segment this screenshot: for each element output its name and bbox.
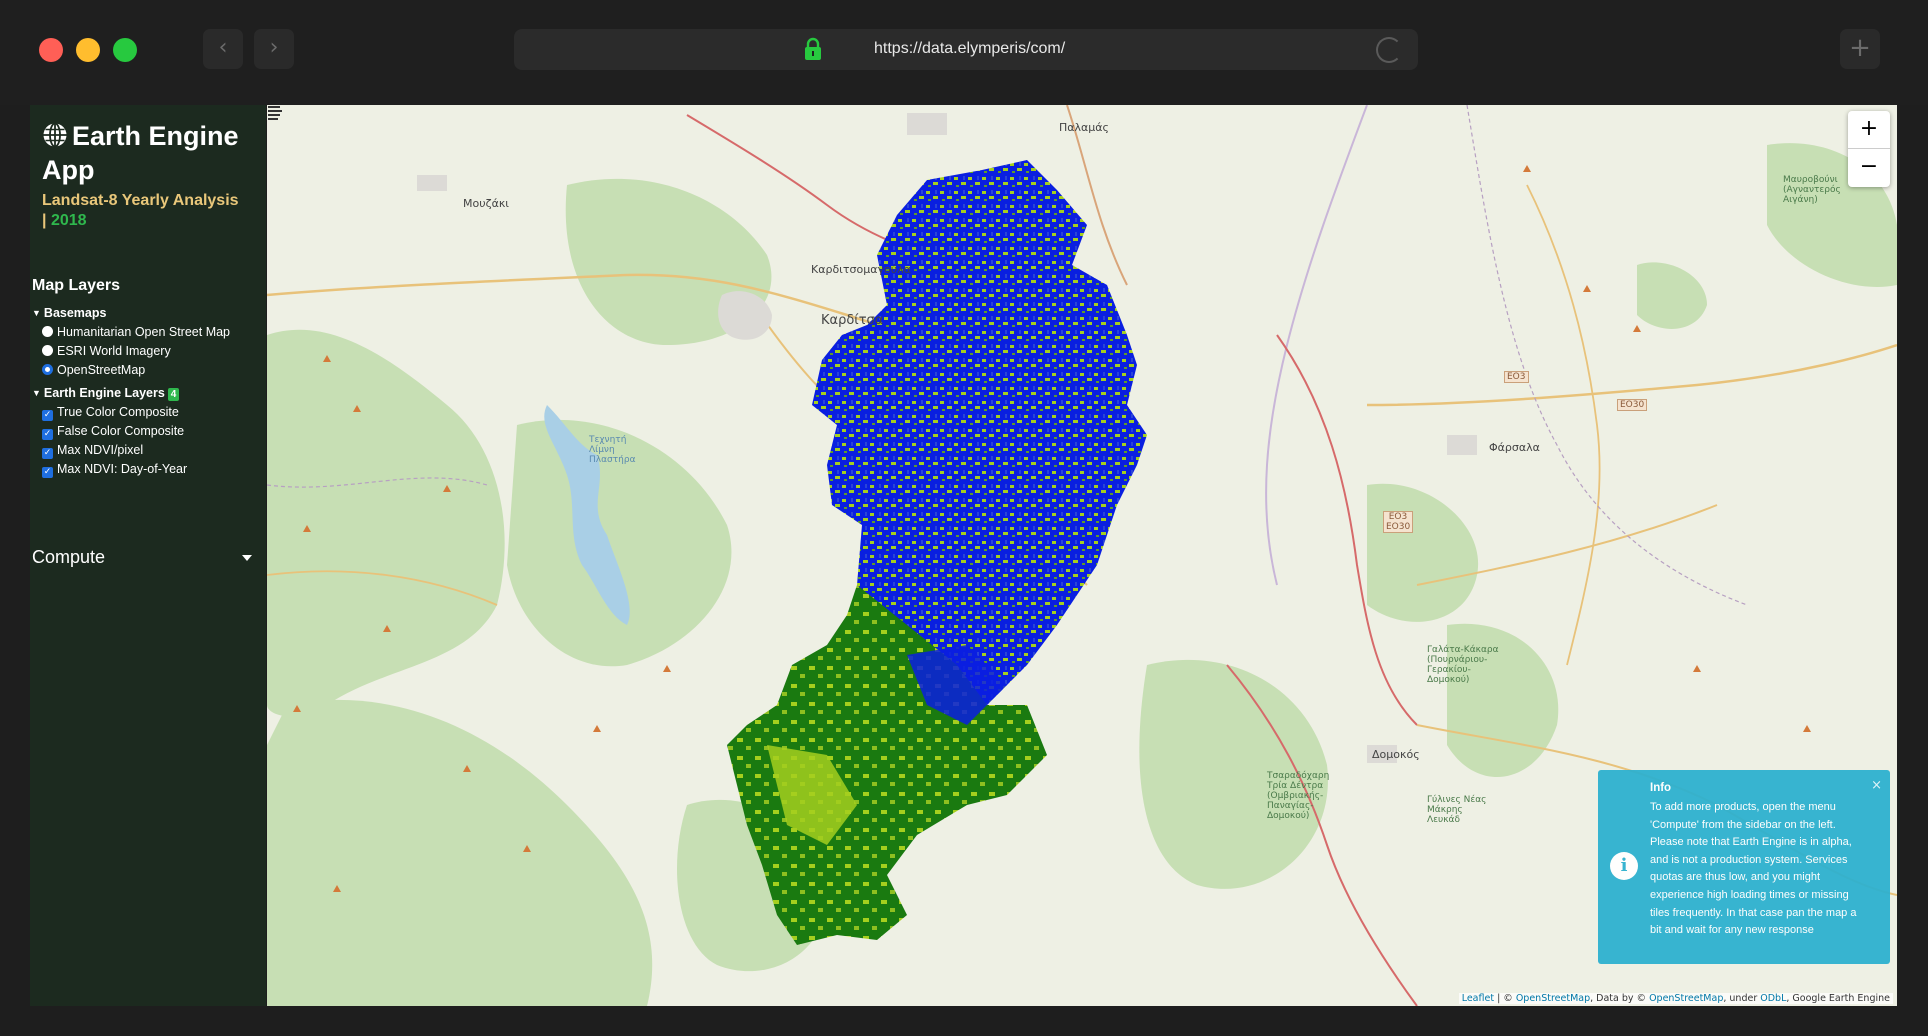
globe-icon <box>43 122 67 148</box>
place-label: Γαλάτα-Κάκαρα (Πουρνάριου-Γερακίου-Δομοκ… <box>1427 645 1499 685</box>
maximize-window-button[interactable] <box>113 38 137 62</box>
attribution-text: , Google Earth Engine <box>1786 993 1890 1004</box>
osm-data-link[interactable]: OpenStreetMap <box>1649 993 1723 1004</box>
app-title: Earth Engine App <box>42 119 266 187</box>
zoom-in-button[interactable]: + <box>1848 111 1890 149</box>
road-label: EO3 EO30 <box>1383 511 1413 533</box>
place-label: Καρδιτσομαγούλα <box>811 263 911 276</box>
compute-label: Compute <box>32 547 106 567</box>
place-label: Μουζάκι <box>463 197 510 210</box>
layer-label: Max NDVI/pixel <box>57 443 144 457</box>
basemap-option-esri[interactable]: ESRI World Imagery <box>42 344 171 358</box>
forward-button[interactable]: › <box>254 29 294 69</box>
place-label: Γύλινες Νέας Μάκρης Λευκάδ <box>1427 795 1487 825</box>
minimize-window-button[interactable] <box>76 38 100 62</box>
radio-icon[interactable] <box>42 326 53 337</box>
sidebar: Earth Engine App Landsat-8 Yearly Analys… <box>30 105 266 1006</box>
road-label: EO30 <box>1617 399 1648 411</box>
subtitle-separator: | <box>42 212 47 229</box>
basemap-label: OpenStreetMap <box>57 363 146 377</box>
odbl-link[interactable]: ODbL <box>1760 993 1786 1004</box>
place-label: Φάρσαλα <box>1489 441 1540 454</box>
basemaps-group-toggle[interactable]: ▼ Basemaps <box>32 306 106 320</box>
checkbox-icon[interactable]: ✓ <box>42 429 53 440</box>
address-bar[interactable]: https://data.elymperis/com/ <box>514 29 1418 70</box>
zoom-out-button[interactable]: − <box>1848 149 1890 187</box>
close-window-button[interactable] <box>39 38 63 62</box>
radio-icon[interactable] <box>42 345 53 356</box>
toast-message: To add more products, open the menu 'Com… <box>1650 801 1857 937</box>
basemap-label: Humanitarian Open Street Map <box>57 325 231 339</box>
layer-label: False Color Composite <box>57 424 185 438</box>
triangle-down-icon: ▼ <box>32 388 41 398</box>
zoom-control: + − <box>1848 111 1890 187</box>
checkbox-icon[interactable]: ✓ <box>42 410 53 421</box>
info-toast: i Info × To add more products, open the … <box>1598 770 1890 964</box>
basemap-label: ESRI World Imagery <box>57 344 171 358</box>
lock-icon <box>805 37 821 60</box>
checkbox-icon[interactable]: ✓ <box>42 448 53 459</box>
road-label: EO3 <box>1504 371 1529 383</box>
ee-layers-label: Earth Engine Layers <box>43 386 165 400</box>
info-icon: i <box>1610 852 1638 880</box>
place-label: Τεχνητή Λίμνη Πλαστήρα <box>589 435 636 465</box>
place-label: Καρδίτσα <box>821 313 884 328</box>
basemap-option-osm[interactable]: OpenStreetMap <box>42 363 145 377</box>
compute-dropdown[interactable]: Compute <box>32 547 252 568</box>
new-tab-button[interactable]: + <box>1840 29 1880 69</box>
app-subtitle: Landsat-8 Yearly Analysis | 2018 <box>42 191 264 231</box>
layers-menu-icon[interactable] <box>267 105 285 121</box>
close-icon[interactable]: × <box>1871 778 1882 793</box>
layer-false-color[interactable]: ✓ False Color Composite <box>42 424 184 440</box>
reload-icon[interactable] <box>1376 37 1402 63</box>
attribution-text: , under <box>1723 993 1761 1004</box>
place-label: Δομοκός <box>1372 748 1420 761</box>
radio-selected-icon[interactable] <box>42 364 53 375</box>
triangle-down-icon: ▼ <box>32 308 41 318</box>
layer-max-ndvi-doy[interactable]: ✓ Max NDVI: Day-of-Year <box>42 462 187 478</box>
layer-label: True Color Composite <box>57 405 179 419</box>
toast-title: Info <box>1650 782 1672 794</box>
basemaps-label: Basemaps <box>43 306 107 320</box>
url-text: https://data.elymperis/com/ <box>874 40 1066 57</box>
leaflet-link[interactable]: Leaflet <box>1462 993 1494 1004</box>
map-canvas[interactable]: Παλαμάς Μουζάκι Καρδιτσομαγούλα Καρδίτσα… <box>267 105 1897 1006</box>
browser-chrome: ‹ › https://data.elymperis/com/ + <box>0 0 1928 105</box>
map-attribution: Leaflet | © OpenStreetMap, Data by © Ope… <box>1458 993 1893 1004</box>
caret-down-icon <box>242 555 252 561</box>
basemap-option-hot[interactable]: Humanitarian Open Street Map <box>42 325 230 339</box>
subtitle-text: Landsat-8 Yearly Analysis <box>42 192 239 209</box>
ee-layers-group-toggle[interactable]: ▼ Earth Engine Layers 4 <box>32 386 180 401</box>
checkbox-icon[interactable]: ✓ <box>42 467 53 478</box>
layer-count-badge: 4 <box>167 388 180 401</box>
app-title-text: Earth Engine App <box>42 121 239 185</box>
layer-label: Max NDVI: Day-of-Year <box>57 462 188 476</box>
attribution-text: | © <box>1494 993 1516 1004</box>
layer-max-ndvi[interactable]: ✓ Max NDVI/pixel <box>42 443 143 459</box>
osm-link[interactable]: OpenStreetMap <box>1516 993 1590 1004</box>
map-layers-title: Map Layers <box>32 277 121 294</box>
year-label: 2018 <box>50 212 87 229</box>
place-label: Παλαμάς <box>1059 121 1109 134</box>
place-label: Μαυροβούνι (Αγναντερός Αιγάνη) <box>1783 175 1841 205</box>
place-label: Τσαραδόχαρη Τρία Δέντρα (Ομβριακής-Παναγ… <box>1267 771 1330 821</box>
back-button[interactable]: ‹ <box>203 29 243 69</box>
attribution-text: , Data by © <box>1590 993 1650 1004</box>
layer-true-color[interactable]: ✓ True Color Composite <box>42 405 179 421</box>
